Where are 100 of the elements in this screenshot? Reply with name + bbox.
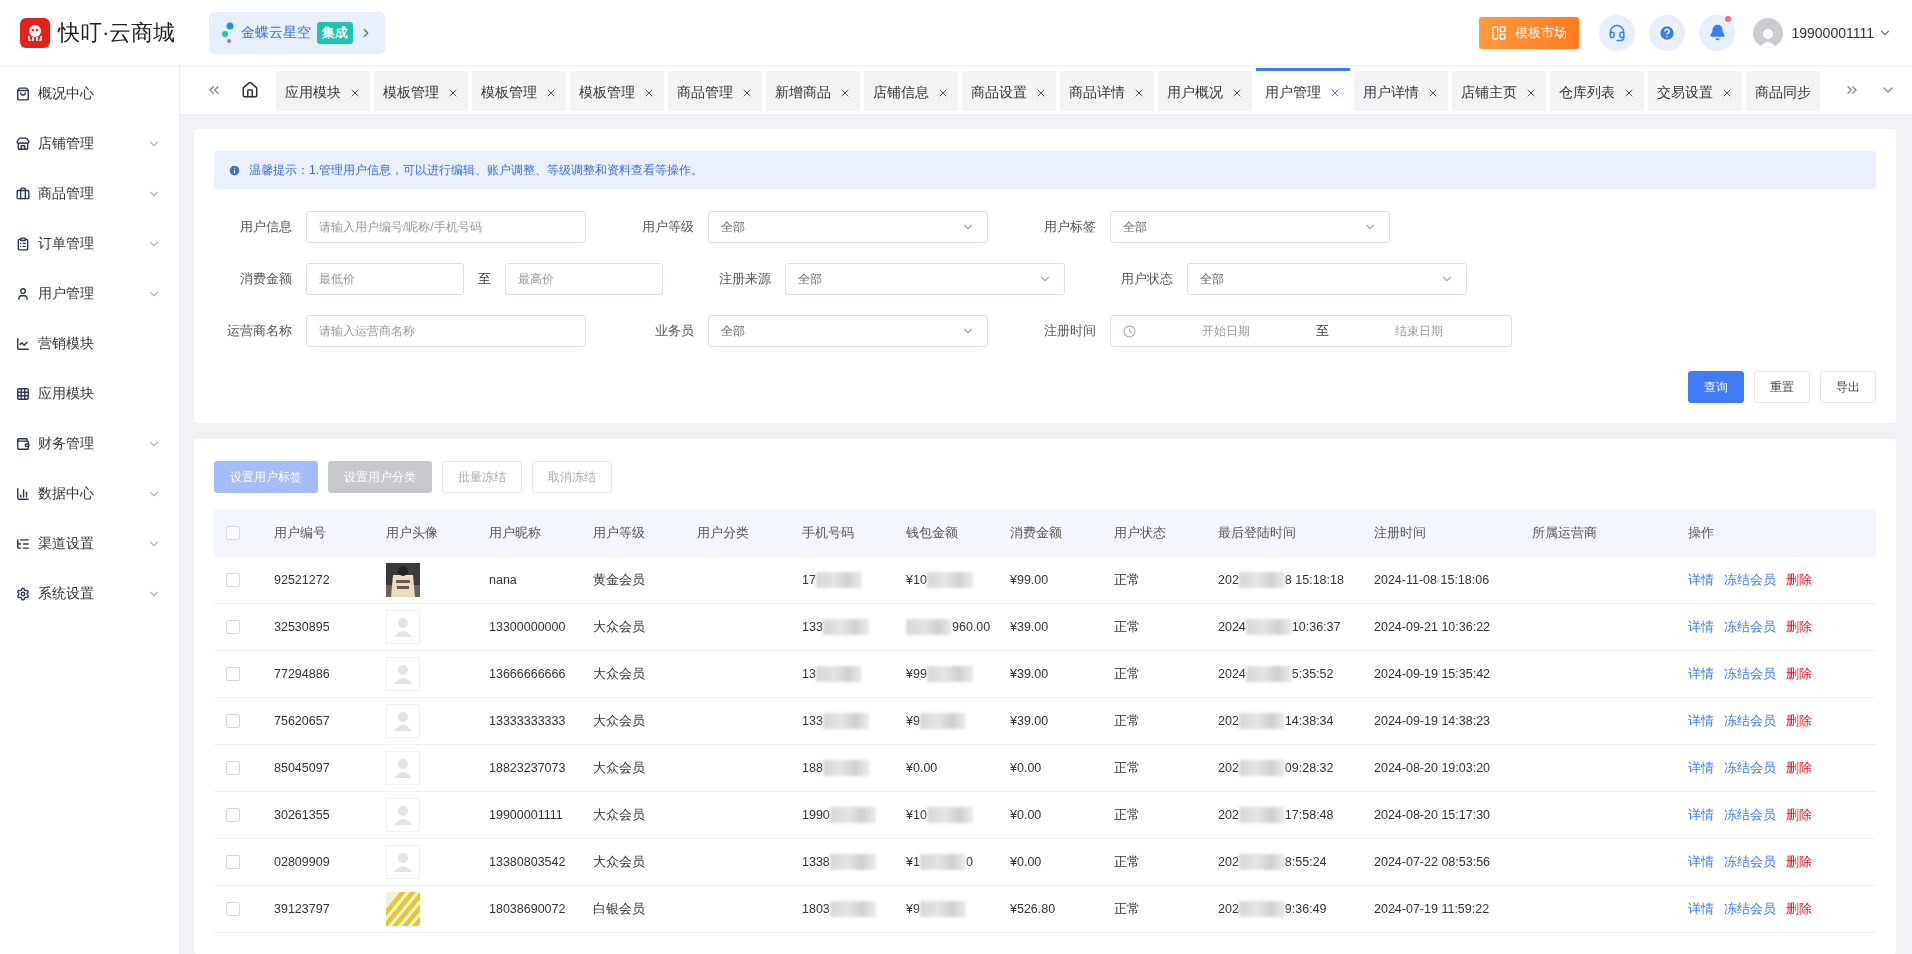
sidebar-item[interactable]: 商品管理 [0, 169, 179, 219]
action-link[interactable]: 详情 [1688, 759, 1714, 777]
tab[interactable]: 用户详情 [1354, 71, 1448, 111]
table-cell-text: 正常 [1114, 571, 1141, 589]
checkbox[interactable] [226, 855, 240, 869]
column-header: 用户昵称 [489, 524, 542, 542]
action-link[interactable]: 删除 [1786, 712, 1812, 730]
tab[interactable]: 交易设置 [1648, 71, 1742, 111]
tab[interactable]: 新增商品 [766, 71, 860, 111]
tab[interactable]: 店铺主页 [1452, 71, 1546, 111]
action-link[interactable]: 冻结会员 [1724, 712, 1776, 730]
briefcase-icon [16, 187, 30, 201]
table-cell: 202 [1218, 573, 1239, 587]
action-link[interactable]: 冻结会员 [1724, 806, 1776, 824]
date-range-field[interactable]: 开始日期 至 结束日期 [1110, 315, 1512, 347]
action-link[interactable]: 删除 [1786, 853, 1812, 871]
action-link[interactable]: 删除 [1786, 618, 1812, 636]
checkbox[interactable] [226, 761, 240, 775]
table-cell: 8 15:18:18 [1284, 573, 1344, 587]
user-name[interactable]: 19900001111 [1791, 24, 1874, 41]
sidebar-item[interactable]: 财务管理 [0, 419, 179, 469]
action-link[interactable]: 冻结会员 [1724, 665, 1776, 683]
table-cell-text: 正常 [1114, 759, 1141, 777]
select-field[interactable]: 全部 [708, 211, 988, 243]
column-header: 手机号码 [802, 524, 855, 542]
checkbox[interactable] [226, 526, 240, 540]
select-field[interactable]: 全部 [785, 263, 1065, 295]
tab[interactable]: 商品设置 [962, 71, 1056, 111]
help-icon[interactable] [1649, 14, 1686, 51]
tab[interactable]: 商品管理 [668, 71, 762, 111]
filter-button[interactable]: 重置 [1754, 371, 1810, 403]
sidebar-item[interactable]: 订单管理 [0, 219, 179, 269]
tab[interactable]: 模板管理 [374, 71, 468, 111]
redaction-blur [1238, 901, 1285, 917]
brand-name: 快叮·云商城 [58, 18, 176, 47]
support-icon[interactable] [1599, 14, 1636, 51]
sidebar-item[interactable]: 系统设置 [0, 569, 179, 619]
bell-icon[interactable] [1699, 14, 1736, 51]
checkbox[interactable] [226, 714, 240, 728]
redaction-blur [926, 807, 973, 823]
action-link[interactable]: 详情 [1688, 900, 1714, 918]
action-link[interactable]: 删除 [1786, 806, 1812, 824]
checkbox[interactable] [226, 620, 240, 634]
action-link[interactable]: 冻结会员 [1724, 571, 1776, 589]
tab[interactable]: 应用模块 [276, 71, 370, 111]
action-link[interactable]: 详情 [1688, 853, 1714, 871]
table-cell-text: 19900001111 [489, 808, 564, 822]
tab[interactable]: 商品同步 [1746, 71, 1820, 111]
select-field[interactable]: 全部 [1187, 263, 1467, 295]
action-link[interactable]: 删除 [1786, 571, 1812, 589]
sidebar-item[interactable]: 数据中心 [0, 469, 179, 519]
sidebar-item[interactable]: 应用模块 [0, 369, 179, 419]
action-link[interactable]: 冻结会员 [1724, 900, 1776, 918]
store-icon [16, 137, 30, 151]
tab[interactable]: 仓库列表 [1550, 71, 1644, 111]
action-link[interactable]: 详情 [1688, 806, 1714, 824]
tab[interactable]: 模板管理 [472, 71, 566, 111]
checkbox[interactable] [226, 902, 240, 916]
column-header: 用户分类 [697, 524, 750, 542]
action-link[interactable]: 详情 [1688, 712, 1714, 730]
sidebar-item[interactable]: 营销模块 [0, 319, 179, 369]
field-label: 用户标签 [1043, 218, 1096, 236]
checkbox[interactable] [226, 573, 240, 587]
table-cell: 10:36:37 [1291, 620, 1341, 634]
table-cell-text: 2024-08-20 15:17:30 [1374, 808, 1492, 822]
sidebar-item[interactable]: 用户管理 [0, 269, 179, 319]
action-link[interactable]: 详情 [1688, 665, 1714, 683]
action-link[interactable]: 冻结会员 [1724, 853, 1776, 871]
action-link[interactable]: 详情 [1688, 618, 1714, 636]
action-link[interactable]: 删除 [1786, 665, 1812, 683]
tab[interactable]: 用户概况 [1158, 71, 1252, 111]
tab[interactable]: 商品详情 [1060, 71, 1154, 111]
table-cell-text: 正常 [1114, 665, 1141, 683]
sidebar-item[interactable]: 店铺管理 [0, 119, 179, 169]
wallet-icon [16, 437, 30, 451]
table-cell-text: 2024-09-19 15:35:42 [1374, 667, 1492, 681]
action-link[interactable]: 冻结会员 [1724, 759, 1776, 777]
redaction-blur [822, 760, 869, 776]
sidebar-item[interactable]: 概况中心 [0, 69, 179, 119]
filter-button[interactable]: 查询 [1688, 371, 1744, 403]
select-field[interactable]: 全部 [1110, 211, 1390, 243]
redaction-blur [1238, 572, 1285, 588]
integration-badge[interactable]: 金蝶云星空 集成 [209, 11, 386, 54]
table-cell: 09:28:32 [1284, 761, 1334, 775]
redaction-blur [906, 619, 952, 635]
action-link[interactable]: 详情 [1688, 571, 1714, 589]
tab[interactable]: 模板管理 [570, 71, 664, 111]
action-link[interactable]: 冻结会员 [1724, 618, 1776, 636]
tab[interactable]: 店铺信息 [864, 71, 958, 111]
table-cell: 1990 [802, 808, 830, 822]
sidebar-item[interactable]: 渠道设置 [0, 519, 179, 569]
column-header: 用户编号 [274, 524, 327, 542]
action-link[interactable]: 删除 [1786, 900, 1812, 918]
checkbox[interactable] [226, 667, 240, 681]
filter-button[interactable]: 导出 [1820, 371, 1876, 403]
checkbox[interactable] [226, 808, 240, 822]
action-link[interactable]: 删除 [1786, 759, 1812, 777]
table-cell-text: 大众会员 [593, 712, 646, 730]
table-cell-text: 大众会员 [593, 665, 646, 683]
select-field[interactable]: 全部 [708, 315, 988, 347]
